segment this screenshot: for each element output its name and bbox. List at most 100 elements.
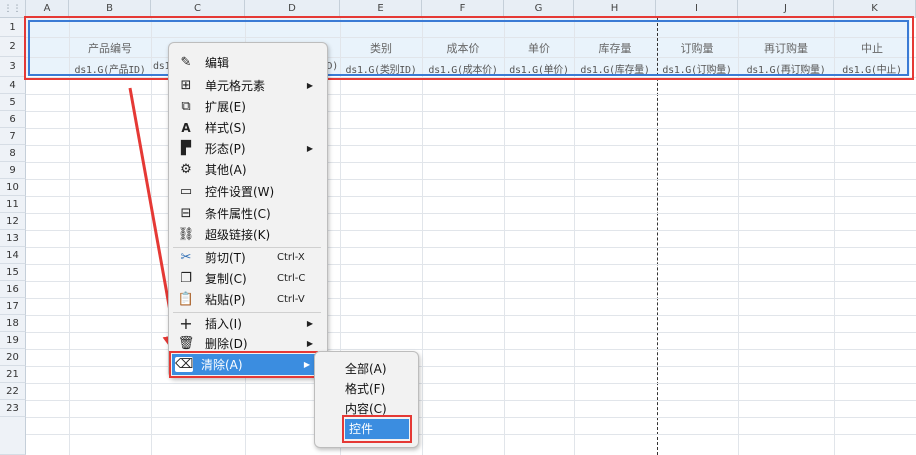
menu-item-condition-attr[interactable]: ⊟ 条件属性(C) — [169, 203, 327, 224]
submenu-arrow-icon: ▶ — [306, 319, 313, 328]
annotation-box-clear — [169, 351, 318, 378]
grid-line — [26, 349, 916, 350]
menu-item-edit[interactable]: ✎ 编辑 — [169, 52, 327, 73]
spreadsheet[interactable]: ⋮⋮ A B C D E F G H I J K 1 2 3 4 5 6 7 8… — [0, 0, 916, 455]
grid-line — [26, 417, 916, 418]
row-header[interactable]: 5 — [0, 94, 26, 111]
grid-line — [26, 247, 916, 248]
menu-item-label: 剪切(T) — [205, 251, 246, 265]
submenu-item-all[interactable]: 全部(A) — [345, 359, 387, 379]
row-header[interactable]: 23 — [0, 400, 26, 417]
menu-item-cell-element[interactable]: ⊞ 单元格元素 ▶ — [169, 75, 327, 96]
condition-icon: ⊟ — [180, 206, 192, 221]
annotation-box-rows — [24, 16, 914, 80]
grid-line — [26, 434, 916, 435]
menu-item-style[interactable]: A 样式(S) — [169, 117, 327, 138]
row-header[interactable]: 7 — [0, 128, 26, 145]
menu-item-label: 插入(I) — [205, 317, 242, 331]
row-header[interactable]: 14 — [0, 247, 26, 264]
shortcut-label: Ctrl-V — [277, 294, 305, 305]
grid-line — [26, 111, 916, 112]
menu-item-label: 其他(A) — [205, 163, 247, 177]
menu-item-label: 样式(S) — [205, 121, 246, 135]
row-header[interactable]: 15 — [0, 264, 26, 281]
scissors-icon: ✂ — [180, 250, 192, 265]
menu-item-expand[interactable]: ⧉ 扩展(E) — [169, 96, 327, 117]
menu-item-other[interactable]: ⚙ 其他(A) — [169, 159, 327, 180]
row-header[interactable]: 22 — [0, 383, 26, 400]
grid-line — [26, 145, 916, 146]
menu-item-label: 超级链接(K) — [205, 228, 271, 242]
row-header[interactable]: 11 — [0, 196, 26, 213]
expand-icon: ⧉ — [181, 99, 191, 114]
menu-item-label: 编辑 — [205, 56, 230, 70]
menu-item-label: 条件属性(C) — [205, 207, 271, 221]
row-header[interactable]: 13 — [0, 230, 26, 247]
row-header[interactable]: 2 — [0, 37, 26, 57]
grid-line — [26, 264, 916, 265]
row-header[interactable]: 21 — [0, 366, 26, 383]
menu-item-copy[interactable]: ❐ 复制(C) Ctrl-C — [169, 268, 327, 289]
row-header[interactable]: 1 — [0, 18, 26, 37]
row-header[interactable]: 10 — [0, 179, 26, 196]
trash-icon: 🗑 — [177, 336, 195, 351]
grid-line — [26, 128, 916, 129]
row-header[interactable]: 6 — [0, 111, 26, 128]
menu-item-label: 单元格元素 — [205, 79, 266, 93]
row-header[interactable]: 8 — [0, 145, 26, 162]
grid-line — [26, 400, 916, 401]
link-icon: ⛓ — [177, 227, 195, 242]
grid-line — [26, 315, 916, 316]
grid-line — [26, 366, 916, 367]
menu-item-widget-settings[interactable]: ▭ 控件设置(W) — [169, 181, 327, 202]
grid-line — [151, 18, 152, 455]
plus-icon: + — [179, 314, 193, 333]
grid-line — [504, 18, 505, 455]
menu-item-label: 复制(C) — [205, 272, 247, 286]
gear-icon: ⚙ — [180, 162, 192, 177]
menu-item-paste[interactable]: 📋 粘贴(P) Ctrl-V — [169, 289, 327, 310]
grid-line — [26, 196, 916, 197]
grid-line — [574, 18, 575, 455]
menu-item-label: 控件设置(W) — [205, 185, 275, 199]
context-menu: ✎ 编辑 ⊞ 单元格元素 ▶ ⧉ 扩展(E) A 样式(S) ▛ 形态(P) ▶… — [168, 42, 328, 378]
submenu-arrow-icon: ▶ — [306, 339, 313, 348]
row-header[interactable]: 3 — [0, 57, 26, 77]
grid-line — [26, 332, 916, 333]
grid-line — [26, 179, 916, 180]
row-header[interactable]: 20 — [0, 349, 26, 366]
shortcut-label: Ctrl-C — [277, 273, 306, 284]
paste-icon: 📋 — [177, 292, 195, 307]
grid-line — [69, 18, 70, 455]
row-header[interactable]: 18 — [0, 315, 26, 332]
submenu-item-format[interactable]: 格式(F) — [345, 379, 385, 399]
submenu-arrow-icon: ▶ — [306, 144, 313, 153]
row-header[interactable]: 4 — [0, 77, 26, 94]
widget-icon: ▭ — [179, 184, 193, 199]
row-header[interactable]: 19 — [0, 332, 26, 349]
row-header[interactable]: 17 — [0, 298, 26, 315]
menu-item-cut[interactable]: ✂ 剪切(T) Ctrl-X — [169, 247, 327, 268]
grid-line — [26, 298, 916, 299]
font-style-icon: A — [181, 120, 191, 135]
select-all-corner[interactable]: ⋮⋮ — [0, 0, 26, 18]
row-header[interactable]: 16 — [0, 281, 26, 298]
copy-icon: ❐ — [180, 271, 192, 286]
menu-item-hyperlink[interactable]: ⛓ 超级链接(K) — [169, 224, 327, 245]
shape-icon: ▛ — [181, 141, 191, 156]
menu-item-label: 形态(P) — [205, 142, 246, 156]
grid-line — [26, 383, 916, 384]
pencil-icon: ✎ — [180, 55, 192, 70]
grid-line — [738, 18, 739, 455]
grid-cell-icon: ⊞ — [180, 78, 192, 93]
row-header-filler — [0, 417, 26, 455]
annotation-box-widget — [342, 415, 412, 443]
menu-item-shape[interactable]: ▛ 形态(P) ▶ — [169, 138, 327, 159]
row-header[interactable]: 9 — [0, 162, 26, 179]
row-header[interactable]: 12 — [0, 213, 26, 230]
menu-item-label: 删除(D) — [205, 337, 248, 351]
menu-item-insert[interactable]: + 插入(I) ▶ — [169, 313, 327, 334]
submenu-arrow-icon: ▶ — [306, 81, 313, 90]
grid-line — [26, 213, 916, 214]
grid-line — [26, 281, 916, 282]
